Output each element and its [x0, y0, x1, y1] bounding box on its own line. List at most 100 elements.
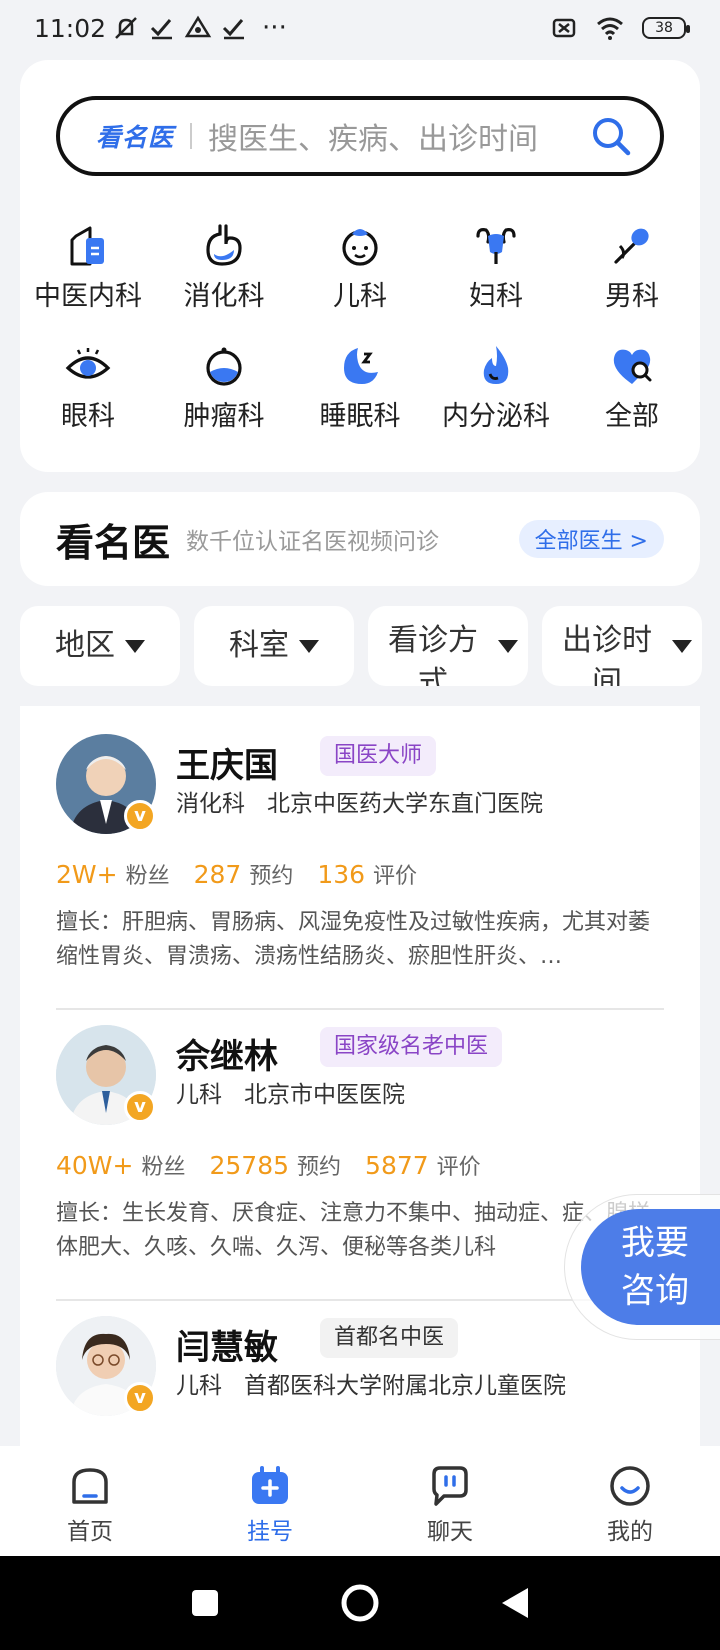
wifi-icon	[597, 17, 623, 40]
home-circle-icon[interactable]	[340, 1583, 380, 1623]
category-label: 肿瘤科	[183, 401, 265, 432]
dropdown-arrow-icon	[498, 639, 518, 653]
fans-label: 粉丝	[125, 864, 170, 889]
doctor-department: 儿科 首都医科大学附属北京儿童医院	[176, 1366, 588, 1400]
category-all[interactable]: 全部	[564, 342, 700, 462]
category-label: 眼科	[61, 401, 115, 432]
doctor-name: 王庆国	[176, 746, 278, 786]
heart-search-icon	[613, 349, 652, 384]
nav-label: 挂号	[247, 1519, 293, 1545]
category-digestive[interactable]: 消化科	[156, 222, 292, 342]
doctor-title-tag: 国医大师	[320, 736, 437, 776]
hospital-label: 北京中医药大学东直门医院	[267, 791, 543, 817]
stomach-icon	[206, 224, 242, 266]
eye-icon	[65, 348, 111, 379]
doctor-name: 佘继林	[176, 1037, 278, 1077]
doctor-department: 消化科 北京中医药大学东直门医院	[176, 784, 565, 818]
mute-notification-icon	[115, 17, 137, 39]
filter-label: 地区	[55, 628, 115, 663]
baby-icon	[342, 229, 378, 266]
bottom-navigation: 首页 挂号 聊天 我的	[0, 1446, 720, 1556]
filter-bar: 地区 科室 看诊方式 出诊时间	[20, 606, 720, 686]
doctor-stats: 40W+ 粉丝 25785 预约 5877 评价	[56, 1149, 505, 1181]
doctor-specialty: 擅长：肝胆病、胃肠病、风湿免疫性及过敏性疾病，尤其对萎缩性胃炎、胃溃疡、溃疡性结…	[56, 910, 651, 969]
fans-count: 2W+	[56, 860, 118, 889]
category-gynecology[interactable]: 妇科	[428, 222, 564, 342]
consult-floating-button[interactable]: 我要 咨询	[564, 1194, 720, 1340]
male-icon	[614, 228, 649, 264]
filter-schedule[interactable]: 出诊时间	[542, 606, 702, 686]
battery-indicator: 38	[642, 17, 690, 39]
search-input[interactable]: 搜医生、疾病、出诊时间	[208, 114, 590, 158]
recents-square-icon[interactable]	[190, 1588, 220, 1618]
review-count: 136	[317, 860, 366, 889]
uterus-icon	[476, 228, 516, 264]
verified-badge-icon: v	[124, 1382, 156, 1414]
search-brand-label: 看名医	[96, 123, 175, 152]
nav-chat[interactable]: 聊天	[360, 1446, 540, 1556]
category-label: 中医内科	[34, 281, 142, 312]
fans-count: 40W+	[56, 1151, 134, 1180]
appointment-count: 287	[193, 860, 242, 889]
nav-label: 我的	[607, 1519, 653, 1545]
tumor-icon	[206, 347, 242, 386]
check-icon	[150, 19, 173, 40]
category-sleep[interactable]: 睡眠科	[292, 342, 428, 462]
check-icon	[222, 19, 245, 40]
consult-label-line2: 咨询	[621, 1271, 689, 1311]
no-sim-icon	[552, 18, 576, 38]
department-label: 儿科	[176, 1373, 222, 1399]
drive-icon	[184, 15, 212, 38]
review-count: 5877	[365, 1151, 429, 1180]
filter-label: 看诊方式	[388, 623, 478, 686]
category-label: 儿科	[333, 281, 387, 312]
verified-badge-icon: v	[124, 1091, 156, 1123]
search-icon[interactable]	[590, 115, 632, 157]
all-doctors-button[interactable]: 全部医生 >	[518, 520, 664, 558]
status-time: 11:02	[34, 13, 107, 43]
filter-consult-mode[interactable]: 看诊方式	[368, 606, 528, 686]
nav-register[interactable]: 挂号	[180, 1446, 360, 1556]
category-endocrine[interactable]: 内分泌科	[428, 342, 564, 462]
consult-button-body[interactable]: 我要 咨询	[581, 1209, 720, 1325]
system-navigation-bar	[0, 1556, 720, 1650]
back-triangle-icon[interactable]	[500, 1586, 530, 1620]
filter-label: 出诊时间	[562, 623, 652, 686]
category-label: 睡眠科	[319, 401, 401, 432]
hospital-label: 北京市中医医院	[244, 1082, 405, 1108]
filter-region[interactable]: 地区	[20, 606, 180, 686]
department-label: 儿科	[176, 1082, 222, 1108]
review-label: 评价	[373, 864, 418, 889]
department-label: 消化科	[176, 791, 245, 817]
category-label: 全部	[605, 401, 659, 432]
category-label: 消化科	[183, 281, 265, 312]
appointment-label: 预约	[249, 864, 294, 889]
verified-badge-icon: v	[124, 800, 156, 832]
dropdown-arrow-icon	[672, 639, 692, 653]
category-pediatrics[interactable]: 儿科	[292, 222, 428, 342]
nav-home[interactable]: 首页	[0, 1446, 180, 1556]
category-grid: 中医内科 消化科 儿科 妇科 男科 眼科 肿瘤科 睡眠科 内分泌科 全部	[20, 222, 700, 462]
doctor-title-tag: 国家级名老中医	[320, 1027, 503, 1067]
category-label: 男科	[605, 281, 659, 312]
category-andrology[interactable]: 男科	[564, 222, 700, 342]
search-bar[interactable]: 看名医 搜医生、疾病、出诊时间	[56, 96, 664, 176]
doctor-card[interactable]: v 王庆国 国医大师 消化科 北京中医药大学东直门医院 2W+ 粉丝 287 预约 136…	[56, 706, 664, 1010]
more-notifications: ···	[262, 13, 287, 43]
appointment-count: 25785	[209, 1151, 290, 1180]
flame-icon	[483, 346, 509, 384]
review-label: 评价	[436, 1155, 481, 1180]
nav-profile[interactable]: 我的	[540, 1446, 720, 1556]
doctor-card[interactable]: v 闫慧敏 首都名中医 儿科 首都医科大学附属北京儿童医院	[56, 1288, 664, 1446]
category-ophthalmology[interactable]: 眼科	[20, 342, 156, 462]
filter-department[interactable]: 科室	[194, 606, 354, 686]
category-tcm-internal[interactable]: 中医内科	[20, 222, 156, 342]
home-icon	[72, 1468, 108, 1504]
doctor-name: 闫慧敏	[176, 1328, 278, 1368]
nav-label: 首页	[67, 1519, 113, 1545]
famous-doctor-header: 看名医 数千位认证名医视频问诊 全部医生 >	[20, 492, 700, 586]
nav-label: 聊天	[427, 1519, 473, 1545]
appointment-label: 预约	[297, 1155, 342, 1180]
section-subtitle: 数千位认证名医视频问诊	[186, 529, 440, 555]
category-oncology[interactable]: 肿瘤科	[156, 342, 292, 462]
